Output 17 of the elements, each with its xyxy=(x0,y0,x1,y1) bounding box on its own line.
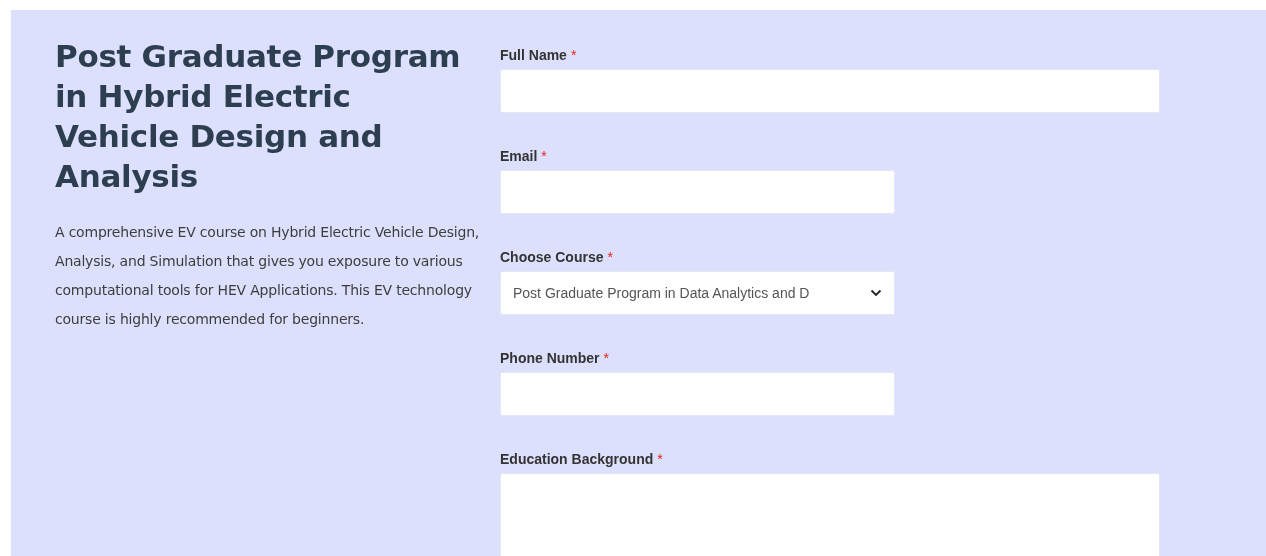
input-field[interactable] xyxy=(500,69,1160,113)
input-field[interactable] xyxy=(500,170,895,214)
field-label: Full Name xyxy=(500,47,567,63)
required-mark: * xyxy=(570,47,577,63)
required-mark: * xyxy=(607,249,613,265)
field-label: Choose Course xyxy=(500,249,604,265)
course-select[interactable]: Post Graduate Program in Data Analytics and D xyxy=(500,271,895,315)
course-description: A comprehensive EV course on Hybrid Electric Vehicle Design, Analysis, and Simulation that gives you exposure to various computational tools for HEV Applications. This EV technology course is highly recommended for beginners. xyxy=(55,223,481,329)
course-title: Post Graduate Program in Hybrid Electric Vehicle Design and Analysis xyxy=(55,37,462,196)
required-mark: * xyxy=(603,350,610,366)
input-field[interactable] xyxy=(500,372,895,416)
field-label: Education Background xyxy=(500,451,654,467)
required-mark: * xyxy=(657,451,663,467)
field-label: Phone Number xyxy=(500,350,600,366)
chevron-down-icon xyxy=(870,289,882,297)
field-label: Email xyxy=(500,148,538,164)
required-mark: * xyxy=(541,148,547,164)
